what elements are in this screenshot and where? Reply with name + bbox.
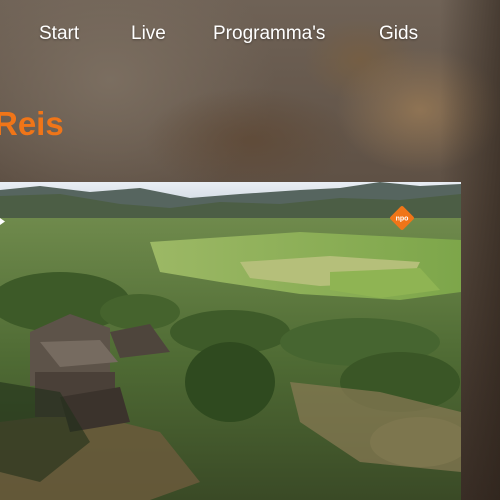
page-title: Reis	[0, 105, 64, 142]
nav-item-gids[interactable]: Gids	[379, 20, 418, 48]
nav-item-live[interactable]: Live	[131, 20, 166, 48]
nav-item-start[interactable]: Start	[39, 20, 79, 48]
svg-text:npo: npo	[396, 216, 409, 223]
nav-item-programmas[interactable]: Programma's	[213, 20, 325, 48]
npo-logo-icon: npo	[389, 205, 415, 231]
cursor-marker-icon	[0, 212, 5, 225]
top-navigation: Start Live Programma's Gids	[0, 20, 500, 50]
